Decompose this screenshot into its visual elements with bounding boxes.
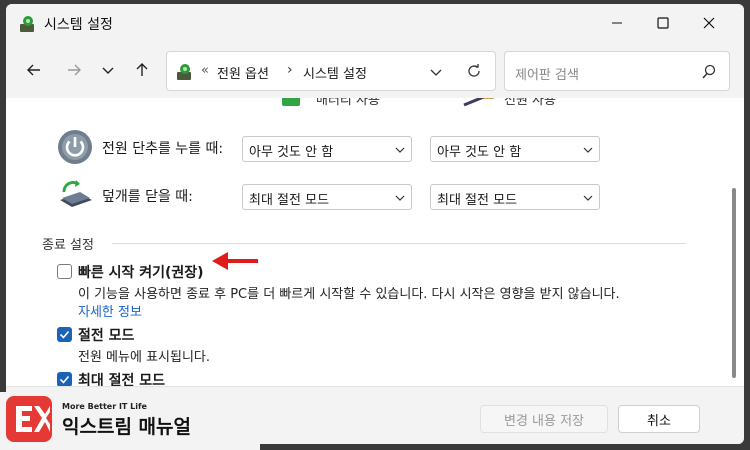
power-button-label: 전원 단추를 누를 때:: [102, 141, 224, 157]
breadcrumb-system-settings[interactable]: 시스템 설정: [303, 63, 367, 82]
vertical-scrollbar[interactable]: [730, 98, 738, 386]
battery-column-header: 배터리 사용: [316, 98, 380, 108]
fast-startup-label[interactable]: 빠른 시작 켜기(권장): [78, 262, 204, 282]
save-changes-button[interactable]: 변경 내용 저장: [480, 405, 608, 433]
window-title: 시스템 설정: [44, 17, 113, 33]
annotation-arrow-icon: [210, 250, 260, 276]
fast-startup-description: 이 기능을 사용하면 종료 후 PC를 더 빠르게 시작할 수 있습니다. 다시…: [78, 287, 620, 302]
hibernate-checkbox[interactable]: [57, 372, 72, 386]
search-placeholder: 제어판 검색: [515, 68, 579, 83]
maximize-button[interactable]: [640, 4, 686, 42]
up-button[interactable]: [128, 56, 156, 84]
lid-plugged-select[interactable]: 최대 절전 모드: [430, 184, 600, 210]
scrollbar-thumb[interactable]: [732, 188, 736, 378]
breadcrumb-separator[interactable]: ›: [287, 62, 293, 78]
cancel-button[interactable]: 취소: [618, 405, 700, 433]
brand-logo-icon: [6, 396, 52, 442]
chevron-down-icon: [395, 144, 405, 159]
hibernate-label[interactable]: 최대 절전 모드: [78, 370, 165, 386]
chevron-down-icon: [583, 144, 593, 159]
chevron-down-icon: [395, 192, 405, 207]
fast-startup-checkbox[interactable]: [57, 264, 72, 279]
title-bar: 시스템 설정: [6, 4, 744, 42]
recent-locations-button[interactable]: [94, 56, 122, 84]
more-info-link[interactable]: 자세한 정보: [78, 301, 142, 320]
close-button[interactable]: [686, 4, 732, 42]
power-button-plugged-select[interactable]: 아무 것도 안 함: [430, 136, 600, 162]
lid-label: 덮개를 닫을 때:: [102, 189, 193, 205]
breadcrumb-power-options[interactable]: 전원 옵션: [217, 63, 269, 82]
system-settings-window: 시스템 설정 « 전원 옵션 › 시스템 설정 제어판 검색 배터리 사용 전원…: [6, 4, 744, 444]
power-button-battery-select[interactable]: 아무 것도 안 함: [242, 136, 412, 162]
navigation-bar: « 전원 옵션 › 시스템 설정 제어판 검색: [6, 42, 744, 98]
search-field[interactable]: 제어판 검색: [504, 51, 730, 91]
sleep-checkbox[interactable]: [57, 327, 72, 342]
group-divider: [112, 243, 686, 244]
power-button-plugged-value: 아무 것도 안 함: [437, 145, 522, 160]
lid-plugged-value: 최대 절전 모드: [437, 193, 518, 208]
control-panel-icon: [175, 62, 195, 82]
minimize-button[interactable]: [594, 4, 640, 42]
back-button[interactable]: [20, 56, 48, 84]
laptop-lid-icon: [56, 174, 94, 212]
settings-content: 배터리 사용 전원 사용 전원 단추를 누를 때: 아무 것도 안 함 아무 것…: [6, 98, 744, 386]
lid-battery-select[interactable]: 최대 절전 모드: [242, 184, 412, 210]
address-bar[interactable]: « 전원 옵션 › 시스템 설정: [166, 51, 496, 91]
check-icon: [59, 330, 70, 339]
chevron-down-icon: [583, 192, 593, 207]
battery-icon: [280, 98, 302, 106]
breadcrumb-overflow[interactable]: «: [201, 63, 209, 78]
plug-icon: [462, 98, 496, 107]
power-button-icon: [56, 128, 94, 166]
sleep-label[interactable]: 절전 모드: [78, 325, 134, 345]
check-icon: [59, 375, 70, 384]
plugged-column-header: 전원 사용: [504, 98, 556, 108]
search-icon[interactable]: [701, 64, 717, 84]
sleep-description: 전원 메뉴에 표시됩니다.: [78, 350, 210, 365]
watermark: More Better IT Life 익스트림 매뉴얼: [0, 392, 260, 450]
brand-name: 익스트림 매뉴얼: [62, 416, 191, 438]
refresh-icon[interactable]: [465, 62, 483, 84]
brand-tagline: More Better IT Life: [62, 402, 147, 411]
address-dropdown-icon[interactable]: [429, 64, 443, 83]
lid-battery-value: 최대 절전 모드: [249, 193, 330, 208]
control-panel-app-icon: [18, 14, 38, 34]
forward-button[interactable]: [60, 56, 88, 84]
power-button-battery-value: 아무 것도 안 함: [249, 145, 334, 160]
shutdown-settings-heading: 종료 설정: [42, 238, 94, 253]
